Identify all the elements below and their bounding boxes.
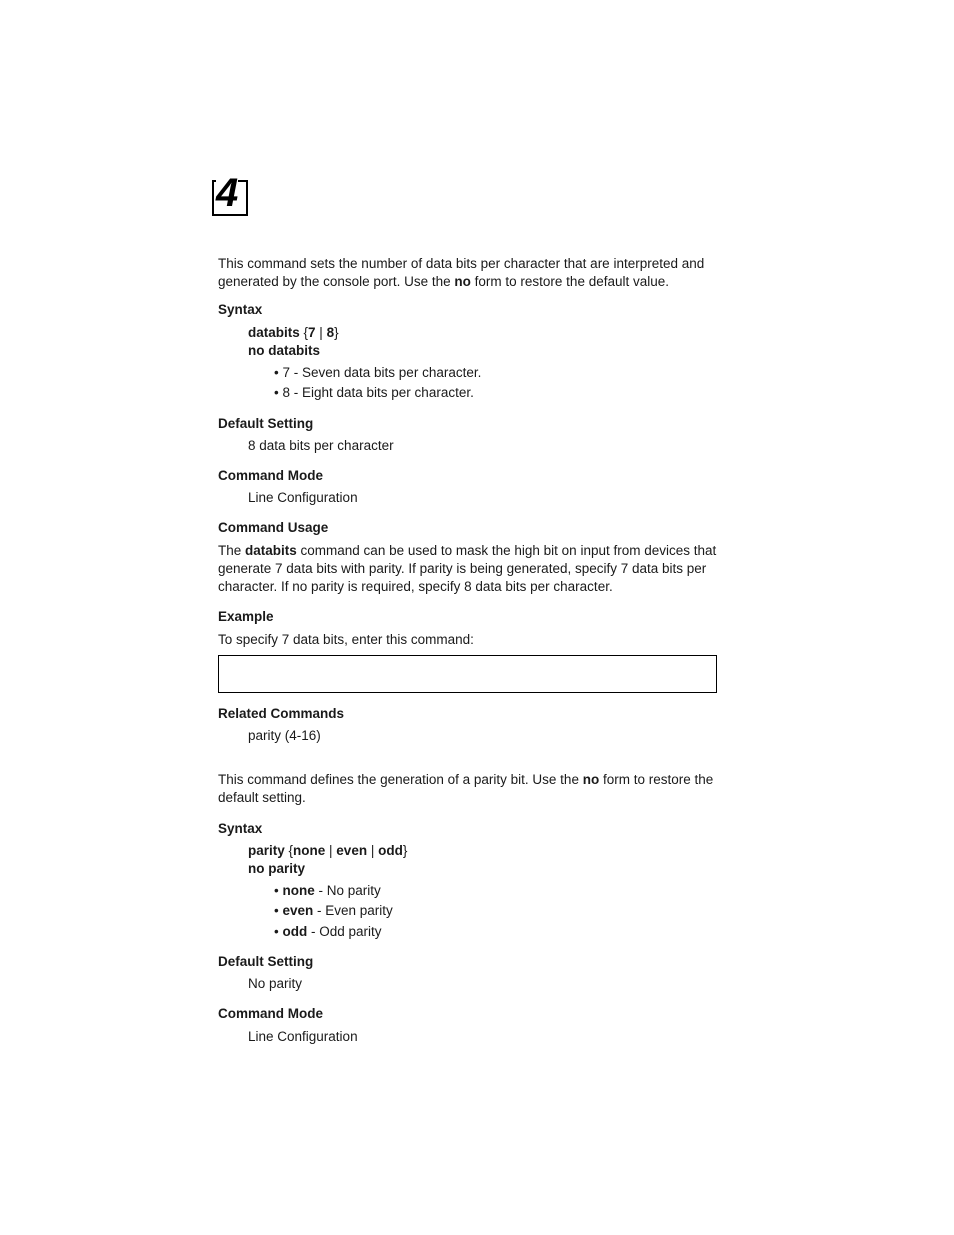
opt-none-text: - No parity — [315, 883, 381, 898]
parity-syntax-heading: Syntax — [218, 820, 718, 838]
databits-mode-value: Line Configuration — [248, 489, 718, 507]
pipe: | — [325, 843, 336, 858]
page-content: This command sets the number of data bit… — [218, 255, 718, 1046]
parity-default-heading: Default Setting — [218, 953, 718, 971]
parity-opt-none-desc: none - No parity — [274, 882, 718, 900]
databits-cmd: databits — [248, 325, 300, 340]
databits-example-heading: Example — [218, 608, 718, 626]
opt-odd-bold: odd — [282, 924, 307, 939]
databits-default-value: 8 data bits per character — [248, 437, 718, 455]
databits-default-heading: Default Setting — [218, 415, 718, 433]
brace-open: { — [300, 325, 308, 340]
parity-opt-even-desc: even - Even parity — [274, 902, 718, 920]
databits-opt-8: 8 — [327, 325, 335, 340]
parity-opt-even: even — [336, 843, 367, 858]
page: 4 This command sets the number of data b… — [0, 0, 954, 1235]
parity-mode-heading: Command Mode — [218, 1005, 718, 1023]
databits-no-cmd: no databits — [248, 343, 320, 358]
databits-intro-bold: no — [454, 274, 471, 289]
parity-opt-odd: odd — [378, 843, 403, 858]
opt-none-bold: none — [282, 883, 314, 898]
databits-intro: This command sets the number of data bit… — [218, 255, 718, 291]
databits-option-list: 7 - Seven data bits per character. 8 - E… — [218, 364, 718, 402]
databits-syntax-line1: databits {7 | 8} — [248, 324, 718, 342]
databits-opt8-desc: 8 - Eight data bits per character. — [274, 384, 718, 402]
databits-usage-body: The databits command can be used to mask… — [218, 542, 718, 597]
parity-intro-bold: no — [583, 772, 600, 787]
databits-related-value: parity (4-16) — [248, 727, 718, 745]
usage-bold: databits — [245, 543, 297, 558]
opt-odd-text: - Odd parity — [307, 924, 381, 939]
parity-option-list: none - No parity even - Even parity odd … — [218, 882, 718, 941]
databits-related-heading: Related Commands — [218, 705, 718, 723]
databits-example-box — [218, 655, 717, 693]
parity-opt-none: none — [293, 843, 325, 858]
parity-opt-odd-desc: odd - Odd parity — [274, 923, 718, 941]
parity-intro: This command defines the generation of a… — [218, 771, 718, 807]
databits-example-text: To specify 7 data bits, enter this comma… — [218, 631, 718, 649]
pipe: | — [316, 325, 327, 340]
parity-syntax-line1: parity {none | even | odd} — [248, 842, 718, 860]
databits-syntax-line2: no databits — [248, 342, 718, 360]
parity-default-value: No parity — [248, 975, 718, 993]
parity-no-cmd: no parity — [248, 861, 305, 876]
parity-mode-value: Line Configuration — [248, 1028, 718, 1046]
parity-cmd: parity — [248, 843, 285, 858]
parity-intro-pre: This command defines the generation of a… — [218, 772, 583, 787]
chapter-number: 4 — [216, 173, 238, 213]
databits-intro-post: form to restore the default value. — [471, 274, 669, 289]
usage-pre: The — [218, 543, 245, 558]
parity-syntax-line2: no parity — [248, 860, 718, 878]
databits-mode-heading: Command Mode — [218, 467, 718, 485]
opt-even-bold: even — [282, 903, 313, 918]
chapter-marker: 4 — [212, 180, 250, 218]
databits-opt7-desc: 7 - Seven data bits per character. — [274, 364, 718, 382]
brace-close: } — [334, 325, 339, 340]
brace-open: { — [285, 843, 293, 858]
databits-opt-7: 7 — [308, 325, 316, 340]
brace-close: } — [403, 843, 408, 858]
opt-even-text: - Even parity — [313, 903, 393, 918]
databits-usage-heading: Command Usage — [218, 519, 718, 537]
databits-syntax-heading: Syntax — [218, 301, 718, 319]
pipe: | — [367, 843, 378, 858]
